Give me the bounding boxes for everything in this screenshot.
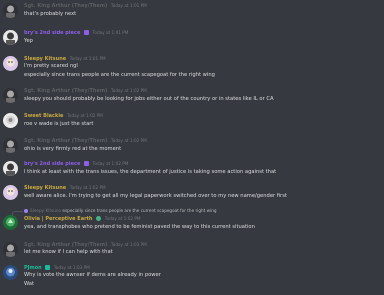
message-text: Yep	[24, 38, 33, 44]
role-badge-icon	[83, 161, 89, 166]
timestamp: Today at 1:01 PM	[69, 56, 106, 61]
message-text: yea, and transphobes who pretend to be f…	[24, 224, 255, 230]
reply-username: Sleepy Kitsune	[30, 208, 62, 213]
timestamp: Today at 1:02 PM	[67, 113, 103, 118]
avatar[interactable]	[3, 265, 18, 280]
username[interactable]: Sgt. King Arthur (They/Them)	[24, 88, 107, 94]
avatar[interactable]	[3, 30, 18, 45]
role-badge-icon	[83, 30, 89, 35]
role-badge-icon	[45, 265, 51, 270]
username[interactable]: Sleepy Kitsune	[24, 185, 66, 191]
message-text: I'm pretty scared ngl	[24, 63, 78, 69]
timestamp: Today at 1:03 PM	[53, 265, 90, 270]
message-text: well aware alice. I'm trying to get all …	[24, 193, 287, 199]
avatar[interactable]	[3, 3, 18, 18]
reply-avatar	[24, 209, 28, 213]
message-text: Wat	[24, 281, 35, 287]
message-text: sleepy you should probably be looking fo…	[24, 96, 274, 102]
message-text: ohio is very firmly red at the moment	[24, 146, 122, 152]
avatar[interactable]	[3, 185, 18, 200]
message-text: especially since trans people are the cu…	[24, 72, 215, 78]
message-text: let me know if I can help with that	[24, 249, 113, 255]
timestamp: Today at 1:02 PM	[110, 138, 147, 143]
timestamp: Today at 1:03 PM	[110, 242, 147, 247]
message-text: that's probably next	[24, 11, 77, 17]
avatar[interactable]	[3, 138, 18, 153]
avatar[interactable]	[3, 56, 18, 71]
role-badge-icon	[96, 216, 102, 221]
username[interactable]: Olivia | Perceptive Earth	[24, 216, 93, 222]
username[interactable]: Sgt. King Arthur (They/Them)	[24, 3, 107, 9]
avatar[interactable]	[3, 242, 18, 257]
timestamp: Today at 1:02 PM	[110, 88, 147, 93]
timestamp: Today at 1:01 PM	[92, 30, 129, 35]
avatar[interactable]	[3, 215, 18, 230]
timestamp: Today at 1:01 PM	[110, 3, 147, 8]
message-text: Why is vote the awnser if dems are alrea…	[24, 272, 161, 278]
avatar[interactable]	[3, 113, 18, 128]
username[interactable]: Sleepy Kitsune	[24, 56, 66, 62]
timestamp: Today at 1:02 PM	[104, 216, 141, 221]
username[interactable]: bry's 2nd side piece	[24, 161, 80, 167]
reply-text: especially since trans people are the cu…	[62, 208, 217, 213]
reply-preview[interactable]: Sleepy Kitsune especially since trans pe…	[24, 208, 217, 213]
timestamp: Today at 1:02 PM	[69, 185, 106, 190]
username[interactable]: Sgt. King Arthur (They/Them)	[24, 242, 107, 248]
username[interactable]: PJmon	[24, 265, 42, 271]
username[interactable]: Sweet Blackie	[24, 113, 63, 119]
message-text: I think at least with the trans issues, …	[24, 169, 277, 175]
avatar[interactable]	[3, 161, 18, 176]
username[interactable]: bry's 2nd side piece	[24, 30, 80, 36]
message-text: roe v wade is just the start	[24, 121, 94, 127]
timestamp: Today at 1:02 PM	[92, 161, 129, 166]
avatar[interactable]	[3, 88, 18, 103]
chat-message-list[interactable]: Sgt. King Arthur (They/Them) Today at 1:…	[0, 0, 384, 295]
username[interactable]: Sgt. King Arthur (They/Them)	[24, 138, 107, 144]
